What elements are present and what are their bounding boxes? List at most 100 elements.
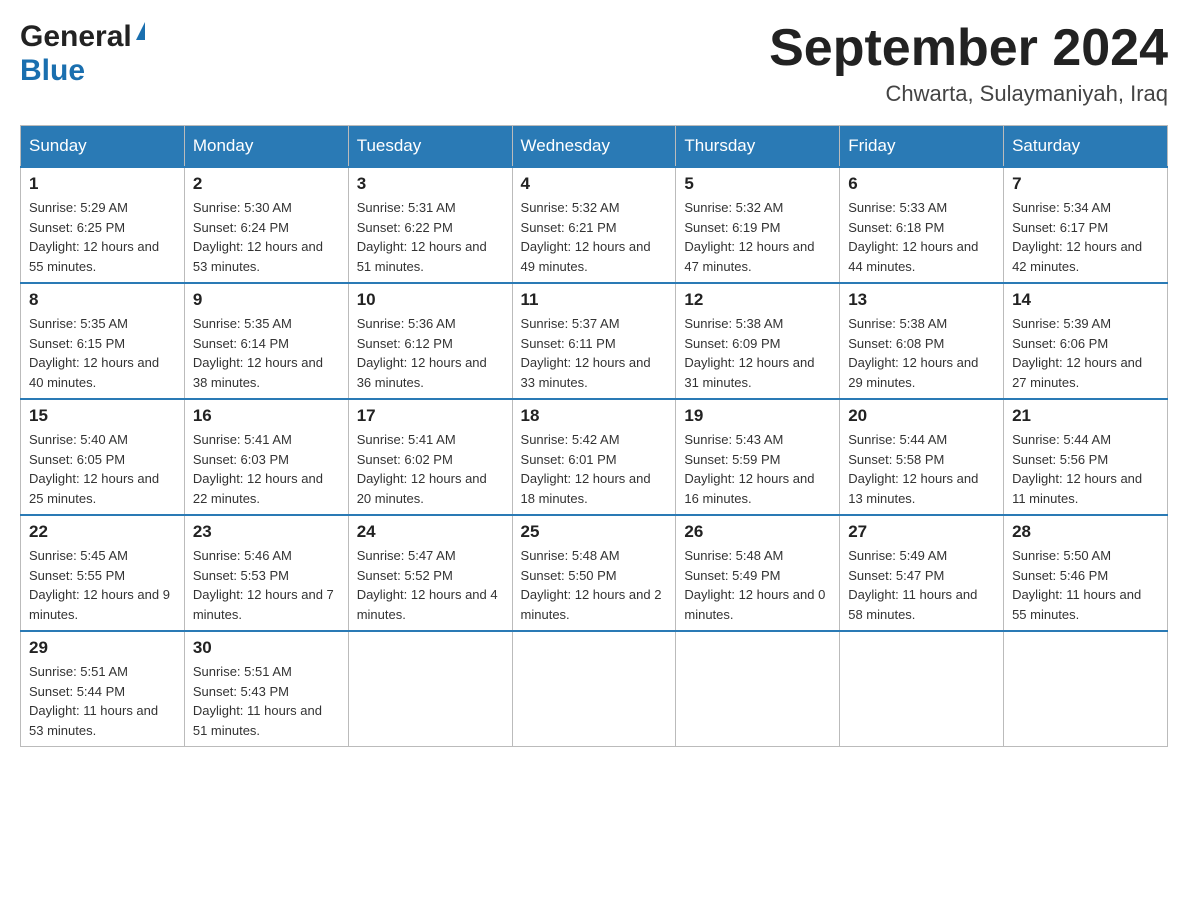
day-info: Sunrise: 5:38 AMSunset: 6:08 PMDaylight:… [848, 314, 995, 392]
day-info: Sunrise: 5:42 AMSunset: 6:01 PMDaylight:… [521, 430, 668, 508]
day-info: Sunrise: 5:29 AMSunset: 6:25 PMDaylight:… [29, 198, 176, 276]
day-info: Sunrise: 5:39 AMSunset: 6:06 PMDaylight:… [1012, 314, 1159, 392]
day-number: 7 [1012, 174, 1159, 194]
calendar-day-cell: 9Sunrise: 5:35 AMSunset: 6:14 PMDaylight… [184, 283, 348, 399]
calendar-week-row: 8 Sunrise: 5:35 AMSunset: 6:15 PMDaylight… [21, 283, 1168, 399]
calendar-day-cell: 19 Sunrise: 5:43 AMSunset: 5:59 PMDayligh… [676, 399, 840, 515]
day-number: 27 [848, 522, 995, 542]
calendar-day-cell: 13 Sunrise: 5:38 AMSunset: 6:08 PMDayligh… [840, 283, 1004, 399]
day-info: Sunrise: 5:41 AMSunset: 6:03 PMDaylight:… [193, 430, 340, 508]
day-number: 20 [848, 406, 995, 426]
day-number: 18 [521, 406, 668, 426]
calendar-week-row: 29Sunrise: 5:51 AMSunset: 5:44 PMDayligh… [21, 631, 1168, 747]
calendar-day-cell: 16 Sunrise: 5:41 AMSunset: 6:03 PMDayligh… [184, 399, 348, 515]
logo-triangle-icon [136, 22, 145, 40]
day-info: Sunrise: 5:46 AMSunset: 5:53 PMDaylight:… [193, 546, 340, 624]
day-number: 15 [29, 406, 176, 426]
day-number: 23 [193, 522, 340, 542]
calendar-day-cell [348, 631, 512, 747]
day-number: 1 [29, 174, 176, 194]
calendar-day-cell: 18 Sunrise: 5:42 AMSunset: 6:01 PMDayligh… [512, 399, 676, 515]
day-number: 28 [1012, 522, 1159, 542]
day-info: Sunrise: 5:34 AMSunset: 6:17 PMDaylight:… [1012, 198, 1159, 276]
calendar-week-row: 15Sunrise: 5:40 AMSunset: 6:05 PMDayligh… [21, 399, 1168, 515]
calendar-day-cell: 22Sunrise: 5:45 AMSunset: 5:55 PMDayligh… [21, 515, 185, 631]
calendar-day-cell [676, 631, 840, 747]
calendar-day-cell: 4Sunrise: 5:32 AMSunset: 6:21 PMDaylight… [512, 167, 676, 283]
day-number: 17 [357, 406, 504, 426]
calendar-day-cell: 3 Sunrise: 5:31 AMSunset: 6:22 PMDaylight… [348, 167, 512, 283]
day-number: 19 [684, 406, 831, 426]
day-info: Sunrise: 5:33 AMSunset: 6:18 PMDaylight:… [848, 198, 995, 276]
page-header: General Blue September 2024 Chwarta, Sul… [20, 20, 1168, 107]
day-number: 10 [357, 290, 504, 310]
day-info: Sunrise: 5:38 AMSunset: 6:09 PMDaylight:… [684, 314, 831, 392]
day-info: Sunrise: 5:32 AMSunset: 6:19 PMDaylight:… [684, 198, 831, 276]
calendar-day-cell: 14 Sunrise: 5:39 AMSunset: 6:06 PMDayligh… [1004, 283, 1168, 399]
location-title: Chwarta, Sulaymaniyah, Iraq [769, 81, 1168, 107]
day-of-week-header: Monday [184, 126, 348, 168]
day-number: 13 [848, 290, 995, 310]
day-number: 30 [193, 638, 340, 658]
day-info: Sunrise: 5:48 AMSunset: 5:50 PMDaylight:… [521, 546, 668, 624]
day-number: 16 [193, 406, 340, 426]
day-number: 5 [684, 174, 831, 194]
calendar-day-cell: 21Sunrise: 5:44 AMSunset: 5:56 PMDayligh… [1004, 399, 1168, 515]
calendar-day-cell: 26Sunrise: 5:48 AMSunset: 5:49 PMDayligh… [676, 515, 840, 631]
day-info: Sunrise: 5:30 AMSunset: 6:24 PMDaylight:… [193, 198, 340, 276]
calendar-day-cell: 1 Sunrise: 5:29 AMSunset: 6:25 PMDaylight… [21, 167, 185, 283]
calendar-day-cell: 20Sunrise: 5:44 AMSunset: 5:58 PMDayligh… [840, 399, 1004, 515]
day-number: 8 [29, 290, 176, 310]
calendar-day-cell [1004, 631, 1168, 747]
day-number: 6 [848, 174, 995, 194]
day-info: Sunrise: 5:35 AMSunset: 6:15 PMDaylight:… [29, 314, 176, 392]
day-number: 2 [193, 174, 340, 194]
day-number: 11 [521, 290, 668, 310]
day-info: Sunrise: 5:32 AMSunset: 6:21 PMDaylight:… [521, 198, 668, 276]
day-number: 12 [684, 290, 831, 310]
day-of-week-header: Thursday [676, 126, 840, 168]
calendar-day-cell: 30 Sunrise: 5:51 AMSunset: 5:43 PMDayligh… [184, 631, 348, 747]
calendar-day-cell [512, 631, 676, 747]
day-number: 29 [29, 638, 176, 658]
logo: General Blue [20, 20, 145, 88]
calendar-day-cell: 15Sunrise: 5:40 AMSunset: 6:05 PMDayligh… [21, 399, 185, 515]
day-number: 9 [193, 290, 340, 310]
calendar-day-cell [840, 631, 1004, 747]
calendar-day-cell: 17 Sunrise: 5:41 AMSunset: 6:02 PMDayligh… [348, 399, 512, 515]
day-info: Sunrise: 5:51 AMSunset: 5:43 PMDaylight:… [193, 662, 340, 740]
day-number: 24 [357, 522, 504, 542]
day-info: Sunrise: 5:49 AMSunset: 5:47 PMDaylight:… [848, 546, 995, 624]
day-info: Sunrise: 5:31 AMSunset: 6:22 PMDaylight:… [357, 198, 504, 276]
logo-blue-text: Blue [20, 54, 85, 88]
calendar-day-cell: 29Sunrise: 5:51 AMSunset: 5:44 PMDayligh… [21, 631, 185, 747]
day-of-week-header: Tuesday [348, 126, 512, 168]
day-of-week-header: Wednesday [512, 126, 676, 168]
calendar-day-cell: 2 Sunrise: 5:30 AMSunset: 6:24 PMDaylight… [184, 167, 348, 283]
day-info: Sunrise: 5:37 AMSunset: 6:11 PMDaylight:… [521, 314, 668, 392]
calendar-day-cell: 25Sunrise: 5:48 AMSunset: 5:50 PMDayligh… [512, 515, 676, 631]
day-info: Sunrise: 5:50 AMSunset: 5:46 PMDaylight:… [1012, 546, 1159, 624]
calendar-day-cell: 6 Sunrise: 5:33 AMSunset: 6:18 PMDaylight… [840, 167, 1004, 283]
calendar-day-cell: 10 Sunrise: 5:36 AMSunset: 6:12 PMDayligh… [348, 283, 512, 399]
day-info: Sunrise: 5:36 AMSunset: 6:12 PMDaylight:… [357, 314, 504, 392]
day-number: 3 [357, 174, 504, 194]
day-of-week-header: Friday [840, 126, 1004, 168]
calendar-day-cell: 8 Sunrise: 5:35 AMSunset: 6:15 PMDaylight… [21, 283, 185, 399]
calendar-day-cell: 12 Sunrise: 5:38 AMSunset: 6:09 PMDayligh… [676, 283, 840, 399]
day-info: Sunrise: 5:48 AMSunset: 5:49 PMDaylight:… [684, 546, 831, 624]
calendar-day-cell: 5 Sunrise: 5:32 AMSunset: 6:19 PMDaylight… [676, 167, 840, 283]
calendar-day-cell: 11 Sunrise: 5:37 AMSunset: 6:11 PMDayligh… [512, 283, 676, 399]
day-info: Sunrise: 5:41 AMSunset: 6:02 PMDaylight:… [357, 430, 504, 508]
calendar-week-row: 22Sunrise: 5:45 AMSunset: 5:55 PMDayligh… [21, 515, 1168, 631]
calendar-day-cell: 27 Sunrise: 5:49 AMSunset: 5:47 PMDayligh… [840, 515, 1004, 631]
day-number: 14 [1012, 290, 1159, 310]
day-info: Sunrise: 5:45 AMSunset: 5:55 PMDaylight:… [29, 546, 176, 624]
calendar-week-row: 1 Sunrise: 5:29 AMSunset: 6:25 PMDaylight… [21, 167, 1168, 283]
calendar-day-cell: 24 Sunrise: 5:47 AMSunset: 5:52 PMDayligh… [348, 515, 512, 631]
day-info: Sunrise: 5:47 AMSunset: 5:52 PMDaylight:… [357, 546, 504, 624]
calendar-day-cell: 23 Sunrise: 5:46 AMSunset: 5:53 PMDayligh… [184, 515, 348, 631]
calendar-day-cell: 7 Sunrise: 5:34 AMSunset: 6:17 PMDaylight… [1004, 167, 1168, 283]
calendar-table: SundayMondayTuesdayWednesdayThursdayFrid… [20, 125, 1168, 747]
day-info: Sunrise: 5:43 AMSunset: 5:59 PMDaylight:… [684, 430, 831, 508]
